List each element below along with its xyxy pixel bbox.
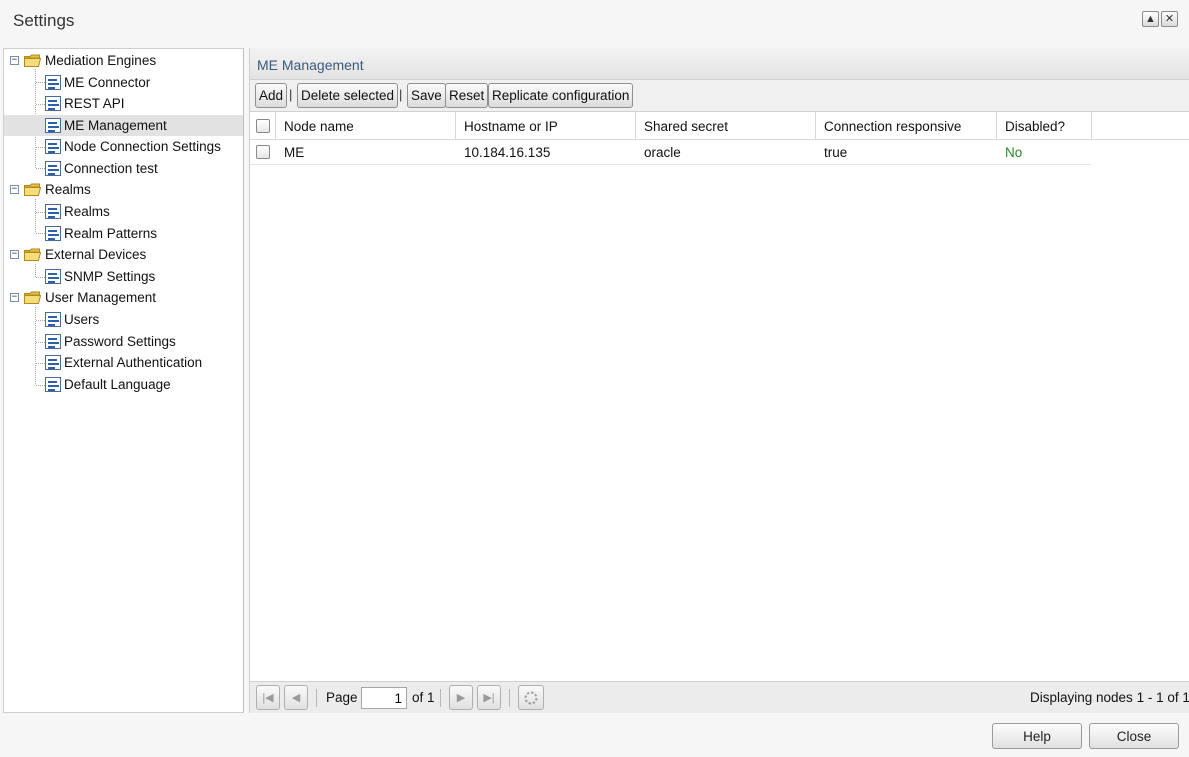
tree-item-label: REST API bbox=[64, 96, 125, 111]
tree-item-snmp-settings[interactable]: SNMP Settings bbox=[4, 266, 243, 287]
pager-separator bbox=[316, 689, 317, 707]
cell-node-name: ME bbox=[284, 145, 305, 160]
tree-item-connection-test[interactable]: Connection test bbox=[4, 158, 243, 179]
page-icon bbox=[45, 269, 61, 284]
tree-item-label: Realms bbox=[64, 204, 110, 219]
page-icon bbox=[45, 355, 61, 370]
column-header-shared-secret[interactable]: Shared secret bbox=[636, 112, 816, 140]
pager-separator bbox=[509, 689, 510, 707]
add-button[interactable]: Add bbox=[255, 83, 288, 108]
tree-item-password-settings[interactable]: Password Settings bbox=[4, 331, 243, 352]
collapse-icon[interactable]: − bbox=[10, 56, 19, 65]
toolbar: Add | Delete selected | Save Reset Repli… bbox=[250, 80, 1189, 112]
first-page-icon[interactable]: |◀ bbox=[256, 685, 280, 710]
page-icon bbox=[45, 334, 61, 349]
tree-item-users[interactable]: Users bbox=[4, 309, 243, 330]
save-button[interactable]: Save bbox=[407, 83, 446, 108]
triangle-up-icon[interactable]: ▲ bbox=[1142, 11, 1159, 27]
page-icon bbox=[45, 75, 61, 90]
tree-group-user-management[interactable]: − User Management bbox=[4, 287, 243, 308]
tree-group-external-devices[interactable]: − External Devices bbox=[4, 244, 243, 265]
grid-header: Node name Hostname or IP Shared secret C… bbox=[250, 112, 1189, 140]
select-all-cell bbox=[250, 112, 276, 140]
paging-status: Displaying nodes 1 - 1 of 1 bbox=[1030, 690, 1189, 705]
collapse-icon[interactable]: − bbox=[10, 293, 19, 302]
tree-item-label: External Authentication bbox=[64, 355, 203, 370]
folder-open-icon bbox=[24, 183, 41, 196]
page-icon bbox=[45, 118, 61, 133]
tree-group-label: Realms bbox=[45, 182, 91, 197]
column-header-node-name[interactable]: Node name bbox=[276, 112, 456, 140]
tree-group-label: External Devices bbox=[45, 247, 147, 262]
tree-item-label: Users bbox=[64, 312, 100, 327]
cell-shared-secret: oracle bbox=[644, 145, 681, 160]
folder-open-icon bbox=[24, 248, 41, 261]
column-header-hostname[interactable]: Hostname or IP bbox=[456, 112, 636, 140]
close-icon[interactable]: ✕ bbox=[1161, 11, 1178, 27]
help-button[interactable]: Help bbox=[992, 723, 1082, 749]
folder-open-icon bbox=[24, 54, 41, 67]
close-button[interactable]: Close bbox=[1089, 723, 1179, 749]
table-row[interactable]: ME 10.184.16.135 oracle true No bbox=[250, 140, 1091, 165]
tree-group-label: User Management bbox=[45, 290, 157, 305]
tree-item-me-connector[interactable]: ME Connector bbox=[4, 72, 243, 93]
panel-header: ME Management bbox=[250, 48, 1189, 80]
tree-item-rest-api[interactable]: REST API bbox=[4, 93, 243, 114]
tree-item-external-authentication[interactable]: External Authentication bbox=[4, 352, 243, 373]
tree-item-label: SNMP Settings bbox=[64, 269, 156, 284]
tree-item-label: Default Language bbox=[64, 377, 171, 392]
select-all-checkbox[interactable] bbox=[256, 119, 270, 133]
page-label: Page bbox=[326, 690, 358, 705]
tree-item-realms[interactable]: Realms bbox=[4, 201, 243, 222]
page-icon bbox=[45, 226, 61, 241]
tree-item-label: Password Settings bbox=[64, 334, 176, 349]
tree-group-label: Mediation Engines bbox=[45, 53, 157, 68]
page-icon bbox=[45, 139, 61, 154]
reset-button[interactable]: Reset bbox=[445, 83, 489, 108]
panel-title: ME Management bbox=[257, 57, 364, 73]
window-title: Settings bbox=[13, 11, 75, 30]
page-count-label: of 1 bbox=[412, 690, 435, 705]
tree-group-mediation-engines[interactable]: − Mediation Engines bbox=[4, 50, 243, 71]
tree-item-label: ME Connector bbox=[64, 75, 151, 90]
me-management-panel: ME Management Add | Delete selected | Sa… bbox=[249, 48, 1189, 713]
page-icon bbox=[45, 312, 61, 327]
page-number-input[interactable] bbox=[361, 687, 407, 709]
next-page-icon[interactable]: ▶ bbox=[449, 685, 473, 710]
toolbar-separator: | bbox=[289, 87, 293, 102]
paging-toolbar: |◀ ◀ Page of 1 ▶ ▶| Displaying nodes 1 -… bbox=[250, 681, 1189, 713]
tree-item-label: Connection test bbox=[64, 161, 158, 176]
page-icon bbox=[45, 377, 61, 392]
tree-item-node-connection-settings[interactable]: Node Connection Settings bbox=[4, 136, 243, 157]
cell-disabled: No bbox=[1005, 145, 1023, 160]
column-header-disabled[interactable]: Disabled? bbox=[997, 112, 1092, 140]
folder-open-icon bbox=[24, 291, 41, 304]
refresh-icon[interactable] bbox=[518, 685, 544, 710]
settings-tree: − Mediation Engines ME Connector REST AP… bbox=[3, 48, 244, 713]
toolbar-separator: | bbox=[399, 87, 403, 102]
cell-hostname: 10.184.16.135 bbox=[464, 145, 551, 160]
page-icon bbox=[45, 96, 61, 111]
tree-item-realm-patterns[interactable]: Realm Patterns bbox=[4, 223, 243, 244]
row-checkbox[interactable] bbox=[256, 145, 270, 159]
cell-connection-responsive: true bbox=[824, 145, 848, 160]
collapse-icon[interactable]: − bbox=[10, 250, 19, 259]
delete-selected-button[interactable]: Delete selected bbox=[297, 83, 399, 108]
page-icon bbox=[45, 161, 61, 176]
pager-separator bbox=[440, 689, 441, 707]
collapse-icon[interactable]: − bbox=[10, 185, 19, 194]
tree-item-default-language[interactable]: Default Language bbox=[4, 374, 243, 395]
page-icon bbox=[45, 204, 61, 219]
tree-group-realms[interactable]: − Realms bbox=[4, 179, 243, 200]
column-header-connection-responsive[interactable]: Connection responsive bbox=[816, 112, 997, 140]
tree-item-label: Node Connection Settings bbox=[64, 139, 221, 154]
tree-item-label: ME Management bbox=[64, 118, 167, 133]
tree-item-label: Realm Patterns bbox=[64, 226, 158, 241]
replicate-configuration-button[interactable]: Replicate configuration bbox=[488, 83, 634, 108]
prev-page-icon[interactable]: ◀ bbox=[284, 685, 308, 710]
last-page-icon[interactable]: ▶| bbox=[477, 685, 501, 710]
tree-item-me-management[interactable]: ME Management bbox=[4, 115, 243, 136]
